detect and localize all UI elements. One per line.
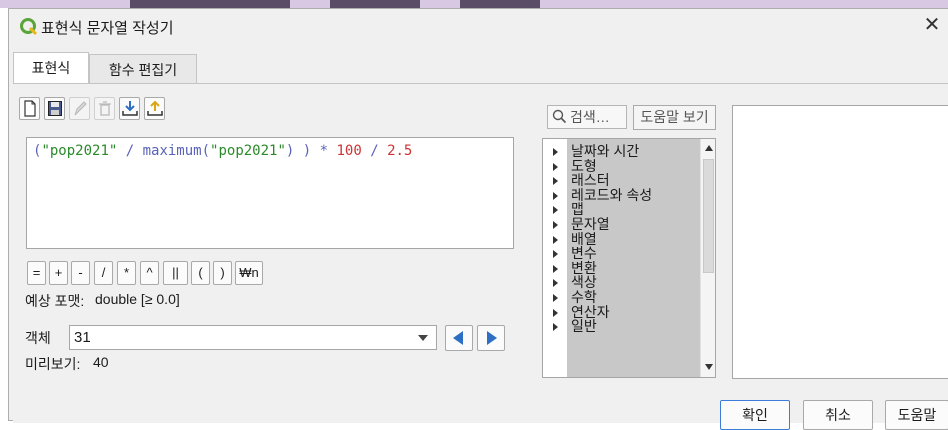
export-icon [147, 100, 163, 116]
search-icon [552, 109, 567, 124]
new-file-icon [24, 100, 36, 117]
background-strip-dark [330, 0, 420, 8]
window-title: 표현식 문자열 작성기 [41, 20, 174, 37]
expand-triangle-icon[interactable] [553, 264, 558, 273]
expression-token: ) ) * [285, 143, 337, 159]
background-strip [0, 0, 948, 8]
operator-close-paren-button[interactable]: ) [213, 261, 232, 285]
function-group-label: 문자열 [571, 216, 610, 232]
title-bar: 표현식 문자열 작성기 ✕ [9, 9, 948, 43]
help-panel [732, 105, 948, 379]
function-group-label: 일반 [571, 318, 597, 335]
function-group-label: 래스터 [571, 172, 610, 189]
preview-value: 40 [93, 354, 109, 370]
expand-triangle-icon[interactable] [553, 221, 558, 229]
function-group-label: 날짜와 시간 [571, 143, 640, 159]
expression-token: "pop2021" [210, 143, 286, 159]
operator-minus-button[interactable]: - [71, 261, 90, 285]
previous-feature-button[interactable] [445, 325, 473, 351]
expand-triangle-icon[interactable] [553, 250, 558, 259]
operator-concat-button[interactable]: || [163, 261, 188, 285]
output-format-label: 예상 포맷: [25, 293, 85, 309]
edit-icon [74, 101, 87, 116]
operator-divide-button[interactable]: / [94, 261, 113, 285]
expand-triangle-icon[interactable] [553, 279, 558, 288]
expression-token: / [361, 143, 388, 159]
expression-token: 100 [336, 143, 362, 159]
operator-newline-button[interactable]: ₩n [235, 261, 263, 285]
expand-triangle-icon[interactable] [553, 308, 558, 317]
show-help-button[interactable]: 도움말 보기 [633, 105, 716, 130]
delete-icon [99, 101, 111, 116]
expand-triangle-icon[interactable] [553, 294, 558, 302]
new-file-button[interactable] [19, 97, 40, 120]
expression-token: "pop2021" [41, 143, 118, 159]
expression-token: / [117, 143, 143, 159]
function-group-label: 변수 [571, 245, 597, 262]
feature-value: 31 [74, 329, 91, 346]
edit-button[interactable] [69, 97, 90, 120]
function-tree[interactable]: 날짜와 시간 도형 래스터 레코드와 속성 맵 문자열 배열 변수 변환 색상 수학 연산자 일반 [542, 138, 716, 378]
expand-triangle-icon[interactable] [553, 177, 558, 186]
export-button[interactable] [144, 97, 165, 120]
expression-editor[interactable]: ("pop2021" / maximum("pop2021") ) * 100 … [26, 137, 514, 249]
operator-plus-button[interactable]: + [49, 261, 68, 285]
import-icon [122, 101, 138, 116]
scroll-down-icon[interactable] [705, 364, 713, 370]
help-button[interactable]: 도움말 [885, 400, 948, 430]
expand-triangle-icon[interactable] [553, 235, 558, 244]
background-strip-dark [460, 0, 540, 8]
output-format-value: double [≥ 0.0] [95, 291, 180, 307]
cancel-button[interactable]: 취소 [803, 400, 873, 430]
function-group-label: 수학 [571, 289, 597, 305]
import-button[interactable] [119, 97, 140, 120]
expression-token: maximum( [142, 143, 211, 159]
expression-builder-dialog: 표현식 문자열 작성기 ✕ 표현식 함수 편집기 ("pop2021" / ma… [8, 8, 948, 430]
operator-power-button[interactable]: ^ [140, 261, 159, 285]
qgis-icon [20, 18, 38, 36]
save-button[interactable] [44, 97, 65, 120]
operator-multiply-button[interactable]: * [117, 261, 136, 285]
expression-token: 2.5 [387, 143, 413, 159]
expand-triangle-icon[interactable] [553, 191, 558, 200]
expand-triangle-icon[interactable] [553, 148, 558, 156]
background-strip-dark [130, 0, 290, 8]
expand-triangle-icon[interactable] [553, 206, 558, 215]
expand-triangle-icon[interactable] [553, 162, 558, 171]
save-icon [48, 101, 62, 116]
feature-combobox[interactable]: 31 [69, 325, 437, 350]
arrow-right-icon [487, 331, 497, 345]
chevron-down-icon [418, 335, 428, 341]
function-tree-scrollbar[interactable] [700, 139, 715, 377]
search-input[interactable]: 검색… [547, 105, 627, 129]
feature-label: 객체 [25, 330, 51, 346]
scroll-thumb[interactable] [703, 159, 714, 273]
tab-function-editor[interactable]: 함수 편집기 [89, 54, 197, 84]
delete-button[interactable] [94, 97, 115, 120]
next-feature-button[interactable] [477, 325, 505, 351]
tab-expression[interactable]: 표현식 [13, 52, 89, 84]
scroll-up-icon[interactable] [705, 145, 713, 151]
arrow-left-icon [453, 331, 463, 345]
close-icon[interactable]: ✕ [921, 13, 943, 37]
ok-button[interactable]: 확인 [720, 400, 790, 430]
preview-label: 미리보기: [25, 356, 81, 372]
operator-equals-button[interactable]: = [27, 261, 46, 285]
operator-open-paren-button[interactable]: ( [191, 261, 210, 285]
expand-triangle-icon[interactable] [553, 323, 558, 332]
search-placeholder: 검색… [570, 109, 610, 125]
